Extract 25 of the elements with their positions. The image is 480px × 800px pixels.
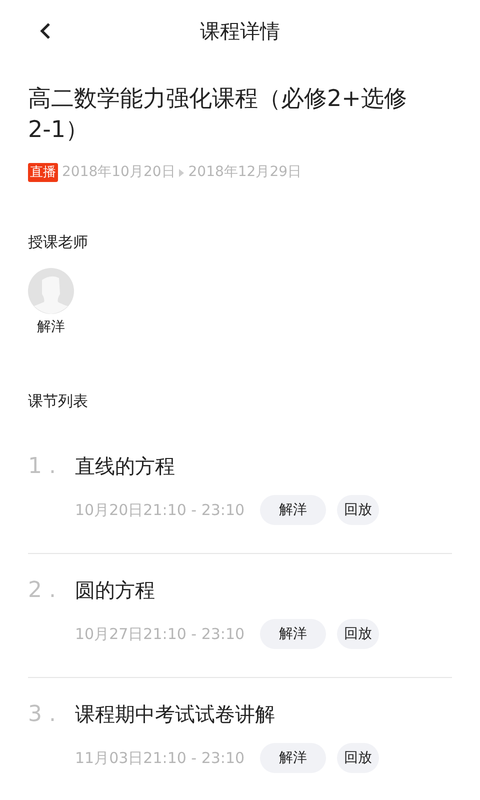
page-title: 课程详情 — [200, 18, 280, 45]
teacher-tag: 解洋 — [260, 495, 326, 525]
teacher-tag: 解洋 — [260, 743, 326, 773]
lesson-number: 1 . — [28, 453, 57, 481]
arrow-icon — [179, 168, 184, 176]
lesson-number: 3 . — [28, 701, 57, 729]
lesson-time: 10月20日21:10 - 23:10 — [75, 500, 246, 521]
section-heading: 课节列表 — [28, 390, 89, 412]
end-date: 2018年12月29日 — [188, 163, 302, 182]
course-title: 高二数学能力强化课程（必修2+选修2-1） — [28, 85, 408, 145]
teacher-name: 解洋 — [37, 318, 65, 336]
replay-button[interactable]: 回放 — [337, 619, 379, 649]
start-date: 2018年10月20日 — [62, 163, 176, 182]
lesson-time: 10月27日21:10 - 23:10 — [75, 624, 246, 645]
lesson-title: 圆的方程 — [75, 577, 155, 604]
lesson-time: 11月03日21:10 - 23:10 — [75, 748, 246, 769]
live-badge: 直播 — [28, 163, 58, 182]
teacher-tag: 解洋 — [260, 619, 326, 649]
lesson-title: 课程期中考试试卷讲解 — [75, 701, 275, 728]
replay-button[interactable]: 回放 — [337, 743, 379, 773]
back-icon[interactable] — [39, 22, 51, 40]
replay-button[interactable]: 回放 — [337, 495, 379, 525]
lesson-title: 直线的方程 — [75, 453, 175, 480]
section-heading: 授课老师 — [28, 232, 89, 253]
lesson-number: 2 . — [28, 577, 57, 605]
